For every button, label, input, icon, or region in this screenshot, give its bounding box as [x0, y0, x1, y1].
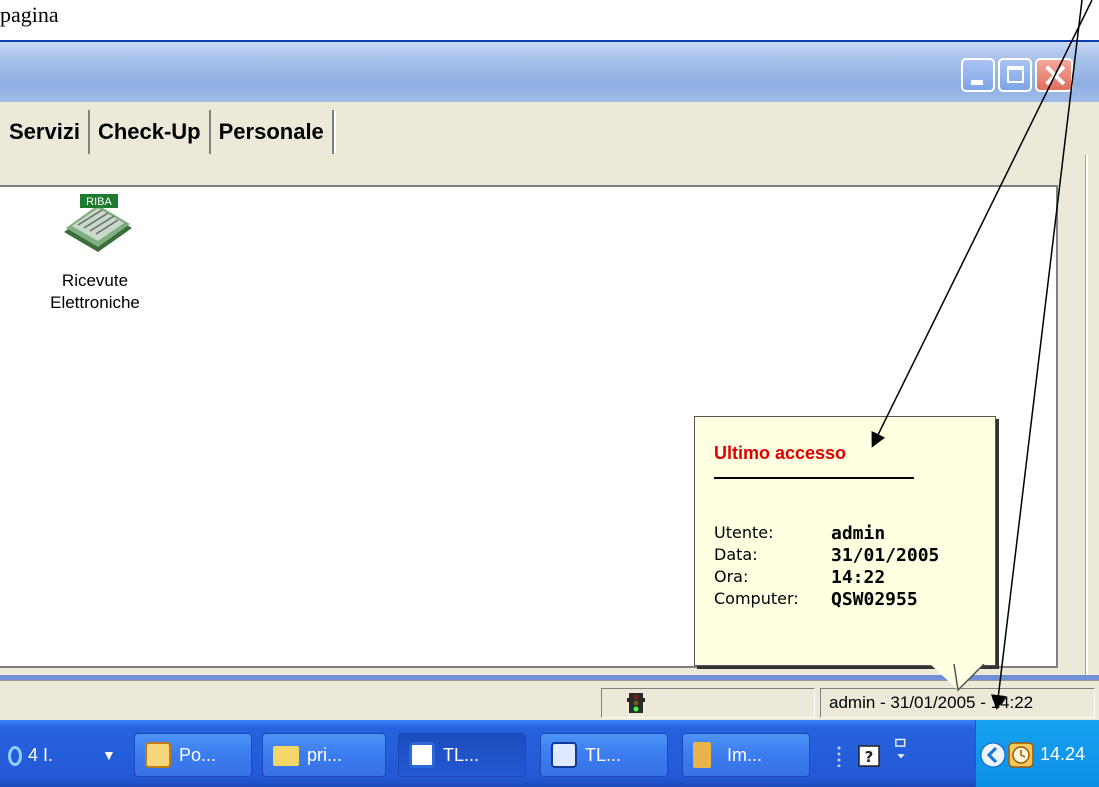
taskbar-clock[interactable]: 14.24	[1040, 733, 1085, 775]
last-access-tooltip: Ultimo accesso Utente: admin Data: 31/01…	[694, 416, 996, 666]
window-right-edge	[1085, 155, 1088, 685]
taskbar-button-pri[interactable]: pri...	[262, 733, 386, 777]
minimize-button[interactable]	[961, 58, 995, 92]
maximize-button[interactable]	[998, 58, 1032, 92]
folder-icon	[273, 746, 299, 766]
tooltip-title: Ultimo accesso	[714, 443, 847, 463]
screen-app-icon	[551, 742, 577, 768]
close-icon: ×	[1041, 55, 1070, 95]
ie-icon	[8, 746, 22, 767]
network-icon[interactable]	[890, 738, 912, 760]
chevron-left-icon[interactable]	[980, 742, 1006, 768]
svg-text:?: ?	[865, 748, 874, 766]
taskbar-button-im[interactable]: Im...	[682, 733, 810, 777]
taskbar-button-tl[interactable]: TL...	[540, 733, 668, 777]
icon-label[interactable]: Ricevute Elettroniche	[10, 270, 180, 314]
tooltip-key: Computer:	[714, 589, 799, 608]
clock-app-icon[interactable]	[1008, 742, 1034, 768]
maximize-icon	[1007, 66, 1024, 83]
tab-check-up[interactable]: Check-Up	[89, 110, 211, 154]
icon-label-line2: Elettroniche	[50, 293, 140, 312]
tooltip-value: admin	[831, 523, 886, 544]
tab-bar: Servizi Check-Up Personale	[0, 110, 334, 154]
tooltip-key: Data:	[714, 545, 758, 564]
tab-servizi[interactable]: Servizi	[0, 110, 90, 154]
clock-app-icon	[145, 742, 171, 768]
chevron-down-icon: ▼	[102, 747, 116, 763]
tooltip-value: QSW02955	[831, 589, 918, 610]
icon-label-line1: Ricevute	[61, 271, 129, 290]
page-caption-fragment: pagina	[0, 2, 59, 27]
taskbar-button-tl-active[interactable]: TL...	[398, 733, 526, 777]
tooltip-tail	[930, 664, 985, 692]
taskbar-group-label: 4 I.	[28, 745, 54, 765]
status-login-info: admin - 31/01/2005 - 14:22	[820, 688, 1095, 718]
minimize-icon	[971, 80, 983, 85]
taskbar-button-label: Im...	[727, 745, 762, 765]
taskbar-button-po[interactable]: Po...	[134, 733, 252, 777]
tooltip-key: Ora:	[714, 567, 749, 586]
paint-icon	[693, 742, 711, 768]
close-button[interactable]: ×	[1035, 55, 1073, 95]
app-icon	[409, 742, 435, 768]
window-titlebar[interactable]: ×	[0, 40, 1099, 102]
grip-icon	[837, 746, 841, 767]
tooltip-value: 31/01/2005	[831, 545, 940, 566]
tab-personale[interactable]: Personale	[210, 110, 334, 154]
tooltip-key: Utente:	[714, 523, 774, 542]
taskbar-button-label: Po...	[179, 745, 217, 765]
taskbar-button-label: pri...	[307, 745, 343, 765]
taskbar-group-button[interactable]: 4 I. ▼	[0, 733, 125, 777]
taskbar-button-label: TL...	[585, 745, 622, 765]
tooltip-divider	[714, 477, 914, 479]
traffic-light-icon	[627, 693, 645, 713]
ricevute-elettroniche-icon[interactable]: RIBA	[58, 194, 138, 256]
help-icon[interactable]: ?	[858, 745, 880, 767]
taskbar-button-label: TL...	[443, 745, 480, 765]
riba-badge: RIBA	[86, 196, 112, 208]
tooltip-value: 14:22	[831, 567, 886, 588]
